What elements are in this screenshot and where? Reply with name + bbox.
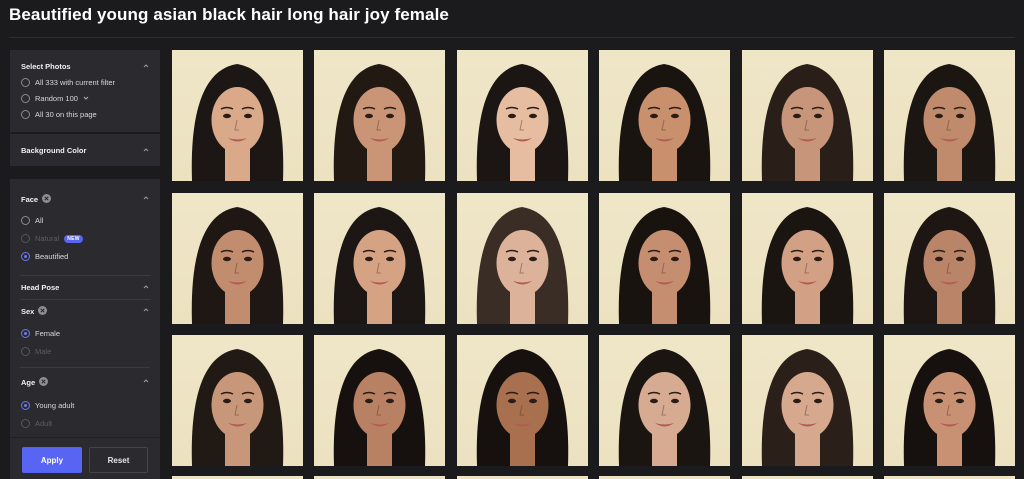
divider: [20, 367, 150, 368]
chevron-up-icon[interactable]: [143, 63, 149, 69]
divider: [20, 299, 150, 300]
option-label: Male: [35, 347, 52, 356]
photo-card[interactable]: [884, 193, 1015, 324]
age-filter-heading[interactable]: Age: [21, 377, 49, 387]
photo-card[interactable]: [884, 50, 1015, 181]
chevron-up-icon[interactable]: [143, 284, 149, 290]
portrait-image: [618, 64, 711, 181]
photo-card[interactable]: [599, 193, 730, 324]
portrait-image: [476, 64, 569, 181]
photo-card[interactable]: [172, 193, 303, 324]
portrait-image: [476, 207, 569, 324]
portrait-image: [191, 64, 284, 181]
divider: [10, 437, 160, 438]
clear-age-icon[interactable]: [39, 377, 49, 386]
face-option-beautified[interactable]: Beautified: [21, 252, 68, 261]
chevron-up-icon[interactable]: [143, 307, 149, 313]
photo-grid: [172, 50, 1018, 479]
portrait-image: [191, 207, 284, 324]
photo-card[interactable]: [314, 335, 445, 466]
radio-selected-icon[interactable]: [21, 252, 30, 261]
sex-option-male[interactable]: Male: [21, 347, 51, 356]
radio-icon[interactable]: [21, 234, 30, 243]
photo-card[interactable]: [314, 50, 445, 181]
new-badge: NEW: [64, 234, 83, 243]
divider: [20, 275, 150, 276]
option-all-on-page[interactable]: All 30 on this page: [21, 110, 97, 119]
photo-card[interactable]: [172, 50, 303, 181]
photo-card[interactable]: [742, 335, 873, 466]
title-divider: [9, 37, 1015, 38]
portrait-image: [903, 349, 996, 466]
face-filter-heading[interactable]: Face: [21, 194, 52, 204]
clear-sex-icon[interactable]: [38, 306, 48, 315]
option-label: All: [35, 216, 44, 225]
photo-card[interactable]: [172, 335, 303, 466]
sex-option-female[interactable]: Female: [21, 329, 60, 338]
option-label: All 30 on this page: [35, 110, 97, 119]
portrait-image: [903, 64, 996, 181]
option-label: Beautified: [35, 252, 69, 261]
apply-button[interactable]: Apply: [22, 447, 82, 473]
background-color-panel: Background Color: [10, 134, 160, 166]
age-option-adult[interactable]: Adult: [21, 419, 52, 428]
portrait-image: [761, 207, 854, 324]
chevron-down-icon[interactable]: [83, 94, 89, 103]
radio-icon[interactable]: [21, 347, 30, 356]
portrait-image: [761, 64, 854, 181]
photo-card[interactable]: [884, 335, 1015, 466]
photo-card[interactable]: [599, 50, 730, 181]
photo-card[interactable]: [742, 193, 873, 324]
portrait-image: [333, 207, 426, 324]
portrait-image: [333, 64, 426, 181]
option-all-filtered[interactable]: All 333 with current filter: [21, 78, 115, 87]
face-label: Face: [21, 195, 39, 204]
reset-button[interactable]: Reset: [89, 447, 148, 473]
option-label: Female: [35, 329, 61, 338]
head-pose-heading[interactable]: Head Pose: [21, 283, 59, 292]
radio-selected-icon[interactable]: [21, 401, 30, 410]
option-label: Random 100: [35, 94, 78, 103]
portrait-image: [333, 349, 426, 466]
radio-icon[interactable]: [21, 78, 30, 87]
clear-face-icon[interactable]: [42, 194, 52, 203]
radio-icon[interactable]: [21, 110, 30, 119]
select-photos-heading[interactable]: Select Photos: [21, 62, 71, 71]
radio-icon[interactable]: [21, 216, 30, 225]
filter-sidebar: Select Photos All 333 with current filte…: [10, 50, 160, 479]
age-label: Age: [21, 378, 36, 387]
select-photos-panel: Select Photos All 333 with current filte…: [10, 50, 160, 132]
chevron-up-icon[interactable]: [143, 195, 149, 201]
option-label: All 333 with current filter: [35, 78, 116, 87]
portrait-image: [903, 207, 996, 324]
face-option-natural[interactable]: Natural NEW: [21, 234, 83, 243]
portrait-image: [618, 207, 711, 324]
chevron-up-icon[interactable]: [143, 147, 149, 153]
sex-label: Sex: [21, 307, 35, 316]
chevron-up-icon[interactable]: [143, 378, 149, 384]
face-option-all[interactable]: All: [21, 216, 43, 225]
filters-panel: Face All Natural NEW Beautified Head Pos…: [10, 179, 160, 479]
option-label: Natural: [35, 234, 60, 243]
option-label: Adult: [35, 419, 53, 428]
portrait-image: [191, 349, 284, 466]
radio-selected-icon[interactable]: [21, 329, 30, 338]
option-label: Young adult: [35, 401, 75, 410]
portrait-image: [476, 349, 569, 466]
photo-card[interactable]: [599, 335, 730, 466]
sex-filter-heading[interactable]: Sex: [21, 306, 48, 316]
radio-icon[interactable]: [21, 94, 30, 103]
age-option-young-adult[interactable]: Young adult: [21, 401, 74, 410]
page-title: Beautified young asian black hair long h…: [9, 5, 449, 24]
photo-card[interactable]: [314, 193, 445, 324]
background-color-heading[interactable]: Background Color: [21, 146, 86, 155]
portrait-image: [761, 349, 854, 466]
photo-card[interactable]: [742, 50, 873, 181]
option-random-100[interactable]: Random 100: [21, 94, 89, 103]
radio-icon[interactable]: [21, 419, 30, 428]
photo-card[interactable]: [457, 335, 588, 466]
photo-card[interactable]: [457, 193, 588, 324]
photo-card[interactable]: [457, 50, 588, 181]
portrait-image: [618, 349, 711, 466]
